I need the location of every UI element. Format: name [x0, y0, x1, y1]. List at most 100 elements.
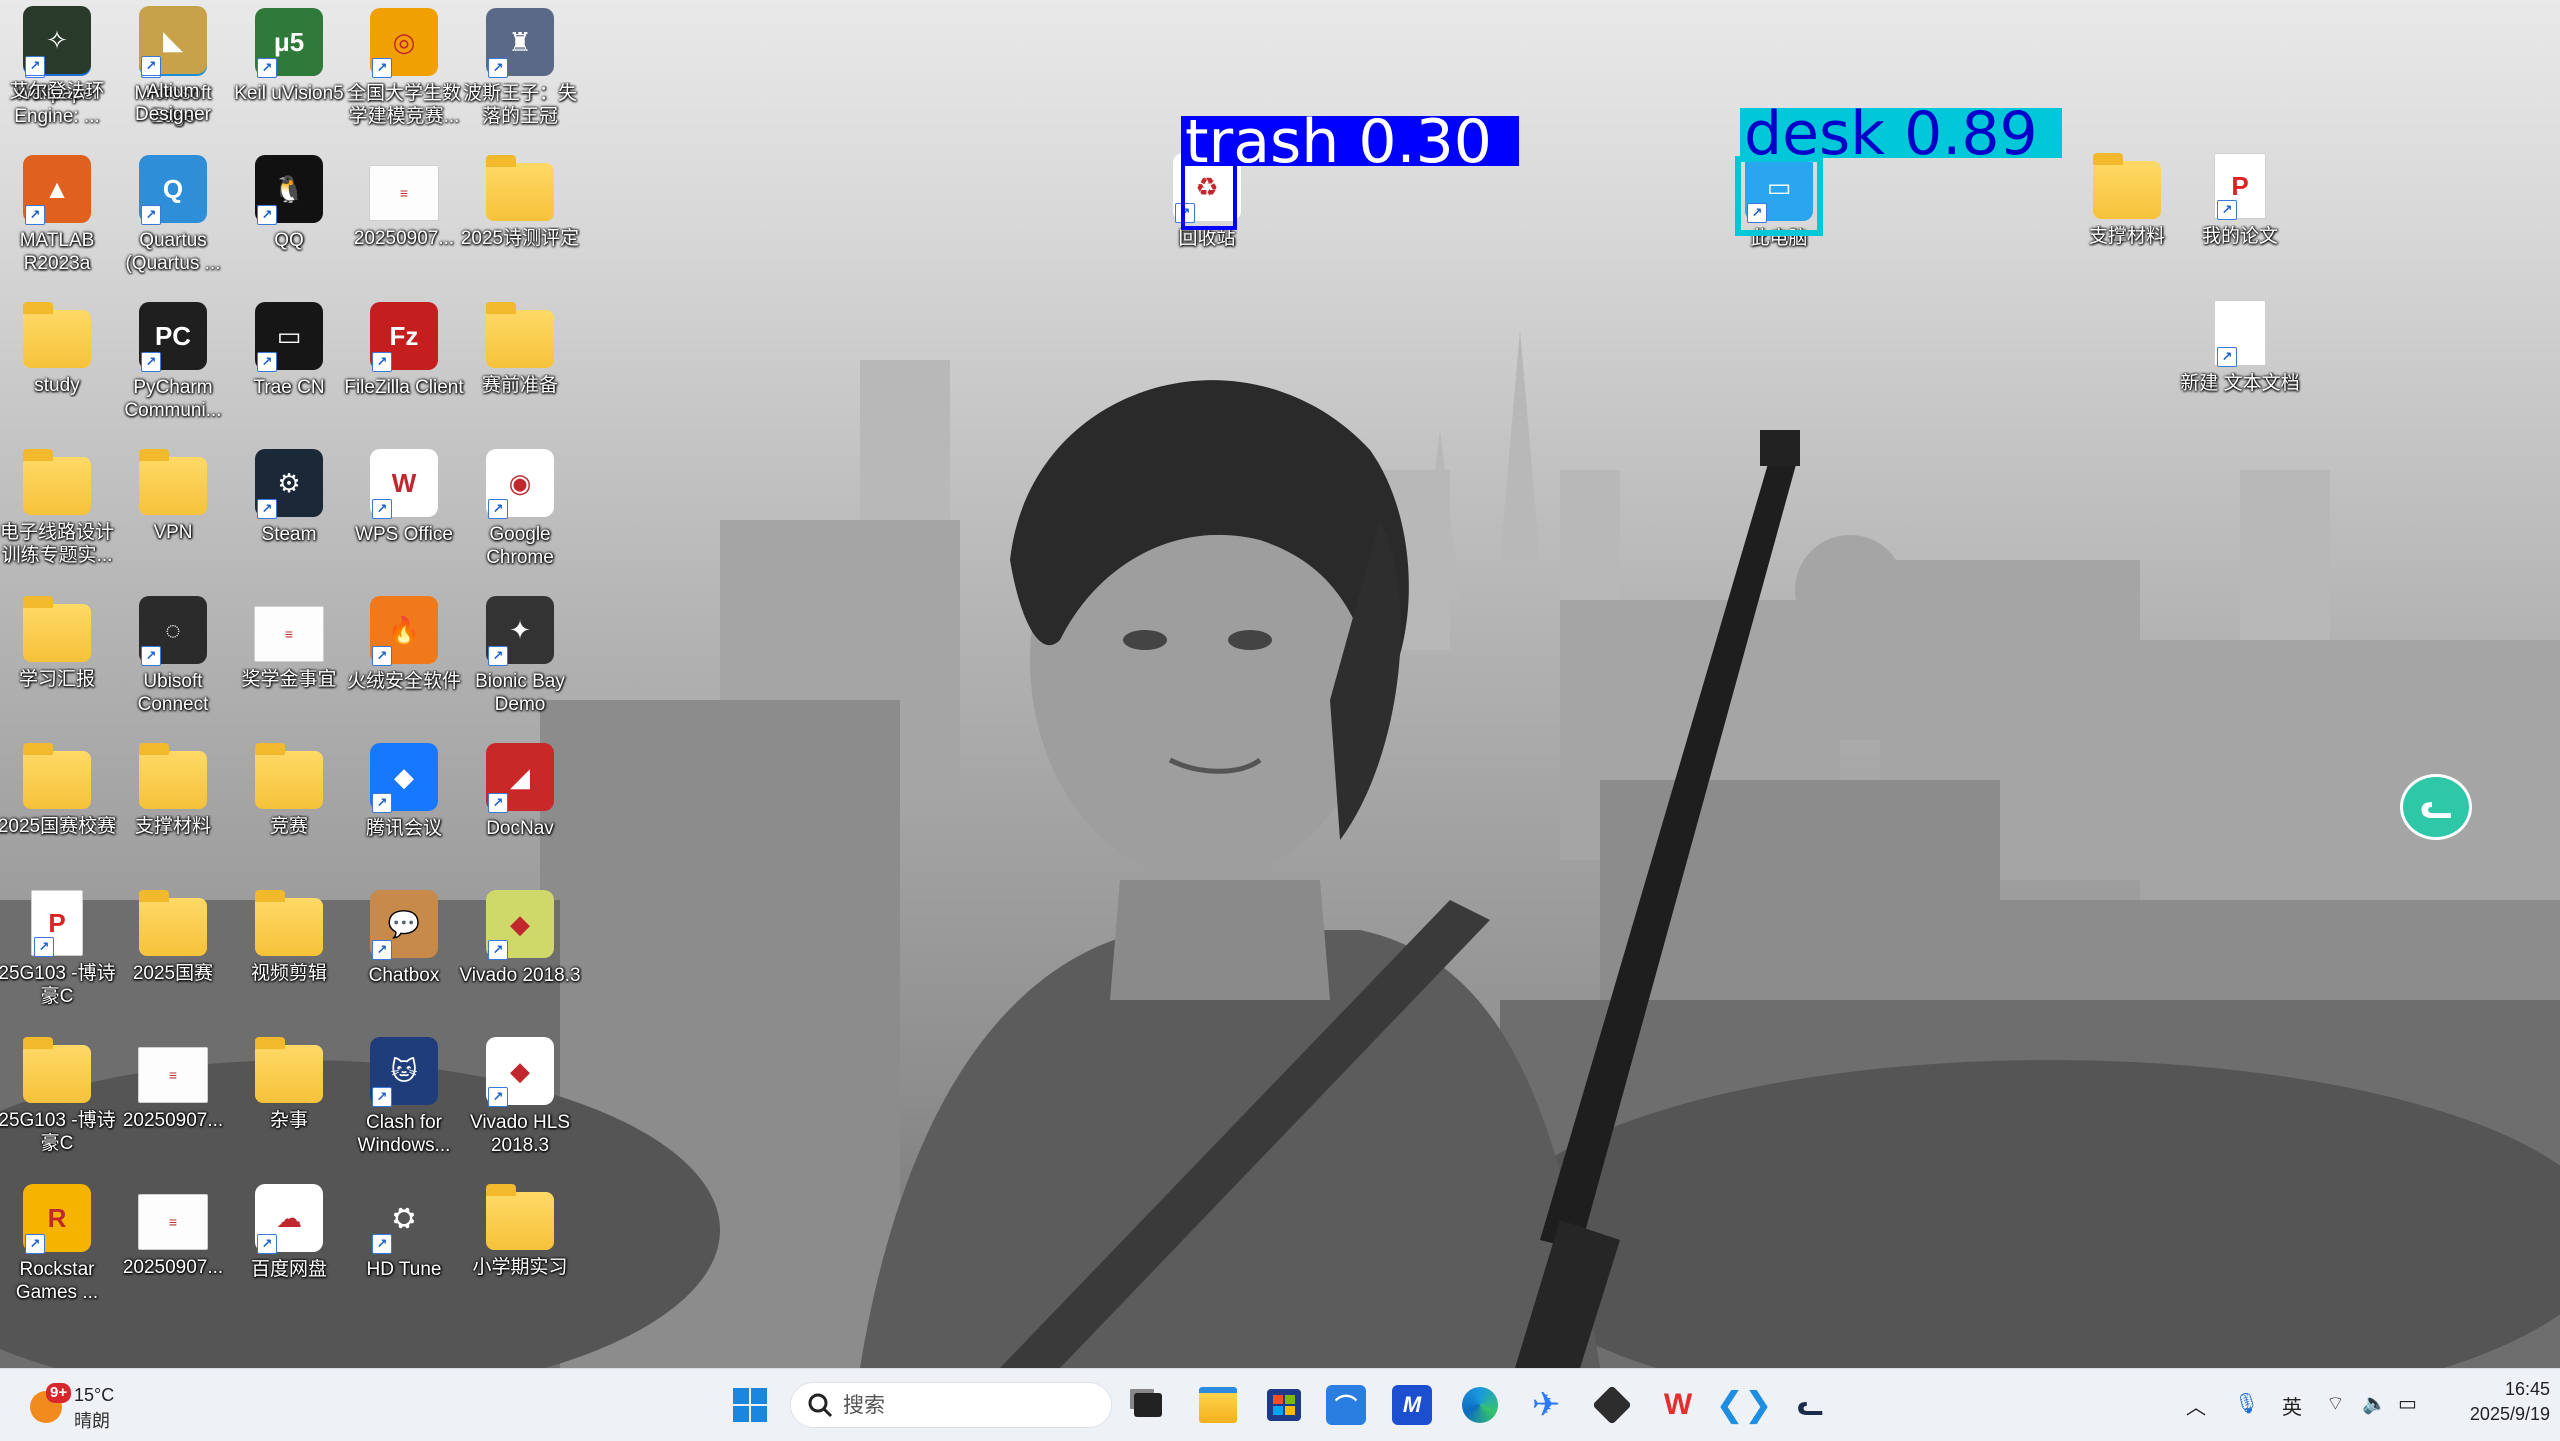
- desktop-icon-google-chrome[interactable]: ◉ ↗ Google Chrome: [465, 443, 575, 583]
- desktop-icon-item[interactable]: 赛前准备: [465, 296, 575, 436]
- desktop-icon-item[interactable]: 视频剪辑: [234, 884, 344, 1024]
- shortcut-arrow-icon: ↗: [25, 56, 45, 76]
- icon-label: 视频剪辑: [250, 963, 327, 984]
- shortcut-arrow-icon: ↗: [372, 58, 392, 78]
- wps-icon[interactable]: W: [1654, 1381, 1702, 1429]
- desktop-icon-clash-for-windows[interactable]: 🐱 ↗ Clash for Windows...: [349, 1031, 459, 1171]
- icon-label: DocNav: [486, 818, 554, 839]
- desktop-icon-item[interactable]: ◆ ↗ 腾讯会议: [349, 737, 459, 877]
- desktop-icon-pycharm-communi[interactable]: PC ↗ PyCharm Communi...: [118, 296, 228, 436]
- desktop-icon-item[interactable]: 小学期实习: [465, 1178, 575, 1318]
- icon-label: Bionic Bay Demo: [475, 671, 565, 715]
- desktop-icon-item[interactable]: 支撑材料: [2072, 147, 2182, 287]
- folder-icon: [139, 890, 207, 956]
- desktop-icon-keil-uvision5[interactable]: μ5 ↗ Keil uVision5: [234, 2, 344, 142]
- icon-label: MATLAB R2023a: [19, 230, 95, 274]
- app-icon: R ↗: [23, 1184, 91, 1254]
- desktop-icon-item[interactable]: 杂事: [234, 1031, 344, 1171]
- weather-widget[interactable]: 9+ 15°C 晴朗: [22, 1379, 182, 1431]
- desktop-icon-qq[interactable]: 🐧 ↗ QQ: [234, 149, 344, 289]
- volume-icon[interactable]: 🔈: [2362, 1391, 2387, 1416]
- desktop-icon-study[interactable]: study: [2, 296, 112, 436]
- icon-label: Steam: [261, 524, 317, 545]
- desktop-icon-25g103-c[interactable]: P ↗ 25G103 -博诗豪C: [0, 884, 116, 1024]
- icon-label: 全国大学生数学建模竞赛...: [346, 83, 461, 127]
- desktop-icon-2025[interactable]: 2025国赛校赛: [0, 737, 116, 877]
- search-input[interactable]: [841, 1389, 1095, 1423]
- desktop-icon-item[interactable]: 支撑材料: [118, 737, 228, 877]
- taskbar-search[interactable]: [790, 1382, 1112, 1428]
- desktop-icon-hd-tune[interactable]: ⛭ ↗ HD Tune: [349, 1178, 459, 1318]
- desktop-icon-item[interactable]: P ↗ 我的论文: [2185, 147, 2295, 287]
- folder-icon: [23, 449, 91, 515]
- icon-label: 学习汇报: [18, 669, 95, 690]
- desktop-icon-steam[interactable]: ⚙ ↗ Steam: [234, 443, 344, 583]
- icon-label: 火绒安全软件: [346, 671, 461, 692]
- desktop-icon-item[interactable]: ↗ 新建 文本文档: [2180, 294, 2300, 434]
- desktop-icon-2025[interactable]: 2025国赛: [118, 884, 228, 1024]
- desktop-icon-item[interactable]: 竞赛: [234, 737, 344, 877]
- desktop-icon-vivado-hls-2018-3[interactable]: ◆ ↗ Vivado HLS 2018.3: [465, 1031, 575, 1171]
- start-button[interactable]: [726, 1381, 774, 1429]
- desktop-icon-item[interactable]: ☁ ↗ 百度网盘: [234, 1178, 344, 1318]
- desktop-icon-quartus-quartus[interactable]: Q ↗ Quartus (Quartus ...: [118, 149, 228, 289]
- desktop-icon-filezilla-client[interactable]: Fz ↗ FileZilla Client: [344, 296, 464, 436]
- icon-label: 艾尔登法环: [9, 81, 105, 102]
- wifi-icon[interactable]: ⌔: [2326, 1391, 2345, 1416]
- desktop-icon-docnav[interactable]: ◢ ↗ DocNav: [465, 737, 575, 877]
- folder-icon: [139, 743, 207, 809]
- edge-icon[interactable]: [1456, 1381, 1504, 1429]
- microphone-icon[interactable]: 🎙: [2234, 1391, 2259, 1416]
- weather-condition: 晴朗: [74, 1411, 110, 1431]
- tray-overflow-chevron-icon[interactable]: ︿: [2186, 1391, 2206, 1420]
- desktop-icon-20250907[interactable]: ≡ 20250907...: [118, 1031, 228, 1171]
- icon-label: 波斯王子：失落的王冠: [462, 83, 577, 127]
- desktop-icon-25g103-c[interactable]: 25G103 -博诗豪C: [0, 1031, 116, 1171]
- desktop-icon-item[interactable]: ♜ ↗ 波斯王子：失落的王冠: [463, 2, 577, 142]
- app-blue-icon[interactable]: ⌒: [1326, 1385, 1366, 1425]
- desktop-icon-item[interactable]: ≡ 奖学金事宜: [234, 590, 344, 730]
- desktop-icon-item[interactable]: 学习汇报: [2, 590, 112, 730]
- desktop-icon-wps-office[interactable]: W ↗ WPS Office: [349, 443, 459, 583]
- icon-label: 腾讯会议: [365, 818, 442, 839]
- app-m-icon[interactable]: M: [1392, 1385, 1432, 1425]
- feishu-icon[interactable]: ✈: [1522, 1381, 1570, 1429]
- desktop-icon-20250907[interactable]: ≡ 20250907...: [349, 149, 459, 289]
- desktop-icon-item[interactable]: 🔥 ↗ 火绒安全软件: [347, 590, 461, 730]
- desktop-icon-2025[interactable]: 2025诗测评定: [461, 149, 579, 289]
- microsoft-store-icon[interactable]: [1260, 1381, 1308, 1429]
- file-explorer-icon[interactable]: [1194, 1381, 1242, 1429]
- desktop-icon-item[interactable]: ✧ ↗ 艾尔登法环: [2, 0, 112, 140]
- ime-indicator[interactable]: 英: [2282, 1391, 2302, 1420]
- folder-icon: [23, 596, 91, 662]
- app-icon: ◆ ↗: [370, 743, 438, 813]
- shortcut-arrow-icon: ↗: [34, 937, 54, 957]
- cube-icon[interactable]: [1588, 1381, 1636, 1429]
- vscode-icon[interactable]: ❮❯: [1716, 1381, 1773, 1429]
- desktop-icon-altium-designer[interactable]: ◣ ↗ Altium Designer: [118, 0, 228, 140]
- desktop-icon-item[interactable]: ◎ ↗ 全国大学生数学建模竞赛...: [347, 2, 461, 142]
- shortcut-arrow-icon: ↗: [372, 1234, 392, 1254]
- icon-label: 25G103 -博诗豪C: [0, 1110, 116, 1154]
- desktop-icon-vivado-2018-3[interactable]: ◆ ↗ Vivado 2018.3: [459, 884, 581, 1024]
- desktop-icon-20250907[interactable]: ≡ 20250907...: [118, 1178, 228, 1318]
- desktop-icon-chatbox[interactable]: 💬 ↗ Chatbox: [349, 884, 459, 1024]
- desktop-icon-trae-cn[interactable]: ▭ ↗ Trae CN: [234, 296, 344, 436]
- desktop-icon-item[interactable]: 电子线路设计训练专题实...: [0, 443, 114, 583]
- desktop-icon-vpn[interactable]: VPN: [118, 443, 228, 583]
- icon-label: 我的论文: [2201, 226, 2278, 247]
- task-view-icon[interactable]: [1124, 1381, 1172, 1429]
- clock[interactable]: 16:45 2025/9/19: [2440, 1379, 2550, 1425]
- desktop-icon-bionic-bay-demo[interactable]: ✦ ↗ Bionic Bay Demo: [465, 590, 575, 730]
- detection-box-desk: [1735, 156, 1823, 236]
- desktop-icon-ubisoft-connect[interactable]: ◌ ↗ Ubisoft Connect: [118, 590, 228, 730]
- desktop-icon-matlab-r2023a[interactable]: ▲ ↗ MATLAB R2023a: [2, 149, 112, 289]
- shortcut-arrow-icon: ↗: [372, 940, 392, 960]
- battery-icon[interactable]: ▭: [2398, 1391, 2417, 1416]
- desktop-icon-rockstar-games[interactable]: R ↗ Rockstar Games ...: [2, 1178, 112, 1318]
- clash-icon[interactable]: ᓚ: [1786, 1381, 1834, 1429]
- clash-floating-widget[interactable]: ᓚ: [2400, 774, 2472, 840]
- shortcut-arrow-icon: ↗: [488, 499, 508, 519]
- shortcut-arrow-icon: ↗: [141, 56, 161, 76]
- document-icon: ≡: [138, 1047, 208, 1103]
